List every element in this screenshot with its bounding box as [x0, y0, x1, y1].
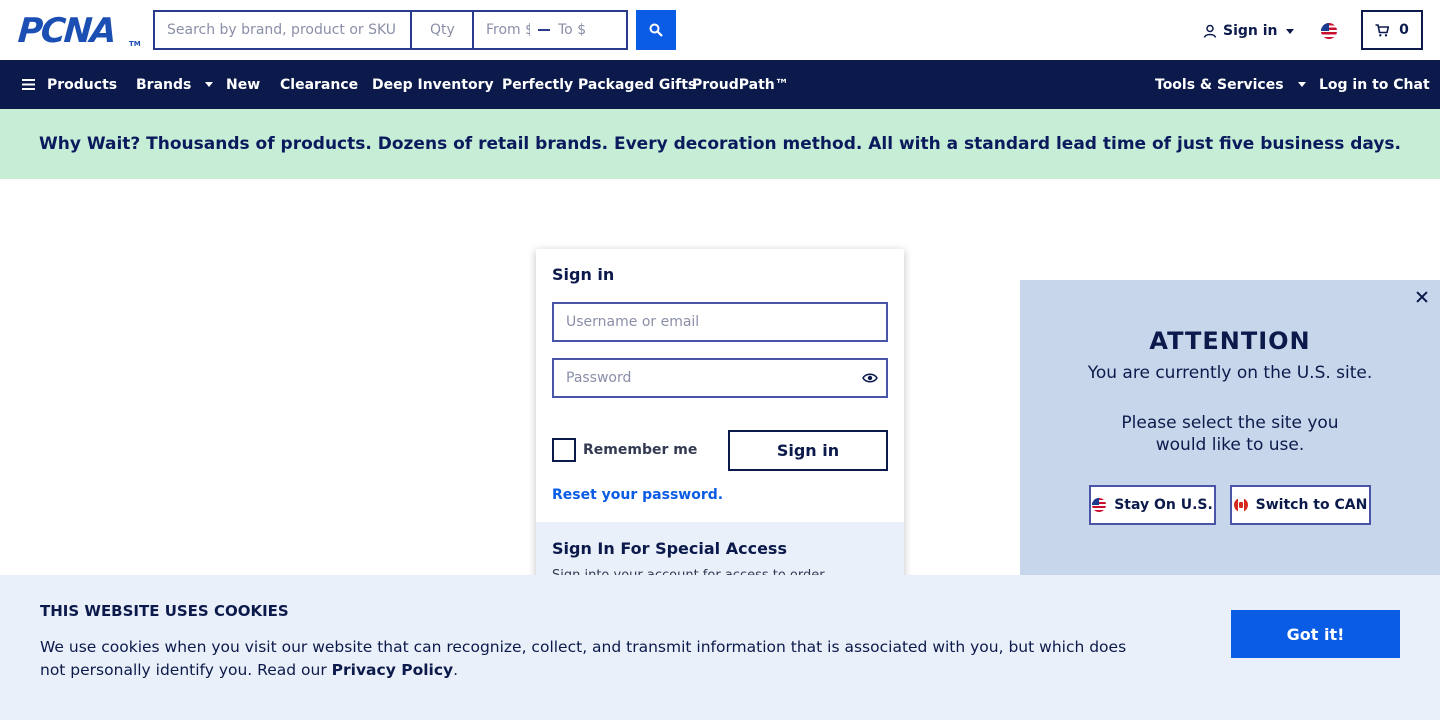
attention-title: ATTENTION — [1149, 327, 1311, 355]
signin-menu[interactable]: Sign in — [1203, 20, 1294, 42]
logo-wordmark: PCNA — [16, 11, 117, 51]
privacy-policy-link[interactable]: Privacy Policy — [332, 661, 454, 679]
nav-proudpath[interactable]: ProudPath™ — [692, 60, 789, 109]
qty-input[interactable] — [412, 12, 474, 48]
remember-me-label: Remember me — [583, 442, 698, 458]
reset-password-link[interactable]: Reset your password. — [552, 487, 723, 503]
search-input[interactable] — [155, 12, 412, 48]
logo-trademark: TM — [129, 40, 141, 48]
price-from-input[interactable] — [486, 22, 530, 38]
user-icon — [1203, 24, 1217, 38]
cookie-title: THIS WEBSITE USES COOKIES — [40, 602, 289, 620]
price-to-input[interactable] — [558, 22, 602, 38]
special-access-title: Sign In For Special Access — [552, 539, 787, 558]
attention-instruction: Please select the site you would like to… — [1121, 413, 1339, 455]
stay-us-label: Stay On U.S. — [1114, 497, 1213, 513]
nav-products-label: Products — [47, 76, 118, 93]
search-bar — [153, 10, 628, 50]
password-input[interactable] — [554, 360, 886, 396]
cart-icon — [1375, 23, 1390, 36]
pcna-logo[interactable]: PCNA TM — [16, 11, 141, 51]
signin-menu-label: Sign in — [1223, 23, 1278, 39]
price-range-divider — [538, 29, 550, 31]
nav-tools-services[interactable]: Tools & Services — [1155, 60, 1306, 109]
cookie-body: We use cookies when you visit our websit… — [40, 638, 1127, 679]
chevron-down-icon — [1285, 28, 1294, 34]
price-range — [474, 12, 626, 48]
attention-current-site: You are currently on the U.S. site. — [1087, 363, 1373, 383]
nav-brands[interactable]: Brands — [136, 60, 214, 109]
stay-us-button[interactable]: Stay On U.S. — [1089, 485, 1216, 525]
show-password-icon[interactable] — [862, 371, 878, 385]
nav-new[interactable]: New — [226, 60, 260, 109]
cookie-accept-button[interactable]: Got it! — [1231, 610, 1400, 658]
site-selector-panel: ATTENTION You are currently on the U.S. … — [1020, 280, 1440, 580]
chevron-down-icon — [1297, 82, 1306, 87]
nav-chat-login[interactable]: Log in to Chat — [1319, 60, 1430, 109]
switch-can-button[interactable]: Switch to CAN — [1230, 485, 1371, 525]
password-field — [552, 358, 888, 398]
close-icon[interactable] — [1414, 289, 1430, 305]
cookie-period: . — [453, 661, 459, 679]
remember-me: Remember me — [552, 438, 697, 462]
us-flag-icon[interactable] — [1321, 23, 1337, 39]
cart-button[interactable]: 0 — [1361, 10, 1423, 50]
chevron-down-icon — [205, 82, 214, 87]
search-icon — [649, 23, 663, 37]
promo-banner: Why Wait? Thousands of products. Dozens … — [0, 109, 1440, 179]
switch-can-label: Switch to CAN — [1255, 497, 1368, 513]
signin-title: Sign in — [552, 265, 615, 284]
nav-clearance[interactable]: Clearance — [280, 60, 358, 109]
signin-card: Sign in Remember me Sign in Reset your p… — [536, 249, 904, 589]
nav-brands-label: Brands — [136, 76, 192, 93]
cookie-text: We use cookies when you visit our websit… — [40, 636, 1140, 682]
username-input[interactable] — [554, 304, 886, 340]
nav-products[interactable]: Products — [22, 60, 117, 109]
main-nav: Products Brands New Clearance Deep Inven… — [0, 60, 1440, 109]
canada-flag-icon — [1233, 498, 1248, 512]
nav-tools-label: Tools & Services — [1155, 76, 1284, 93]
us-flag-icon — [1092, 498, 1107, 512]
promo-text: Why Wait? Thousands of products. Dozens … — [38, 134, 1402, 154]
cookie-banner: THIS WEBSITE USES COOKIES We use cookies… — [0, 575, 1440, 720]
cart-count: 0 — [1399, 22, 1409, 38]
top-header: PCNA TM Sign in 0 — [0, 0, 1440, 60]
username-field — [552, 302, 888, 342]
nav-perfectly-packaged-gifts[interactable]: Perfectly Packaged Gifts — [502, 60, 696, 109]
signin-button[interactable]: Sign in — [728, 430, 888, 471]
nav-deep-inventory[interactable]: Deep Inventory — [372, 60, 494, 109]
search-button[interactable] — [636, 10, 676, 50]
remember-me-checkbox[interactable] — [552, 438, 576, 462]
menu-icon — [22, 79, 35, 90]
